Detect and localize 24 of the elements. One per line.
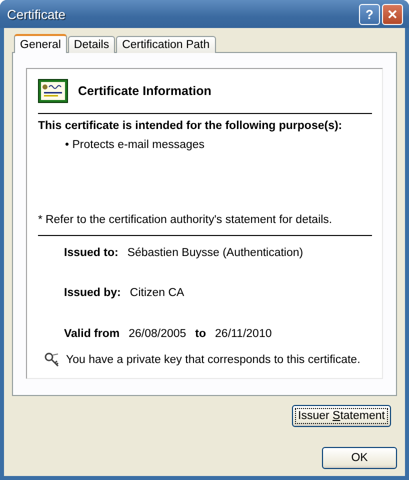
issuer-statement-button[interactable]: Issuer Statement xyxy=(292,405,391,427)
field-value: 26/08/2005 xyxy=(128,328,186,340)
footnote-mark: * xyxy=(38,214,42,226)
help-button[interactable]: ? xyxy=(359,4,380,24)
field-value: Sébastien Buysse (Authentication) xyxy=(127,247,304,259)
tab[interactable]: Certification Path xyxy=(116,36,216,53)
footnote-text: Refer to the certification authority's statement for details. xyxy=(45,214,332,226)
field-label: to xyxy=(195,328,206,340)
purpose-item: • Protects e-mail messages xyxy=(65,139,206,151)
certificate-icon xyxy=(38,79,68,103)
field-value: Citizen CA xyxy=(130,287,184,299)
field-value: 26/11/2010 xyxy=(215,328,272,340)
section-heading: Certificate Information xyxy=(78,84,212,98)
field-label: Issued to: xyxy=(64,247,118,259)
ok-button[interactable]: OK xyxy=(322,447,397,469)
field-label: Valid from xyxy=(64,328,120,340)
key-note: You have a private key that corresponds to this certificate. xyxy=(66,354,360,366)
window-title: Certificate xyxy=(7,6,67,22)
purpose-title: This certificate is intended for the following purpose(s): xyxy=(38,120,344,132)
field-label: Issued by: xyxy=(64,287,121,299)
key-icon xyxy=(44,352,60,368)
close-button[interactable]: ✕ xyxy=(382,4,403,24)
tab[interactable]: Details xyxy=(68,36,116,53)
tab[interactable]: General xyxy=(14,34,67,53)
